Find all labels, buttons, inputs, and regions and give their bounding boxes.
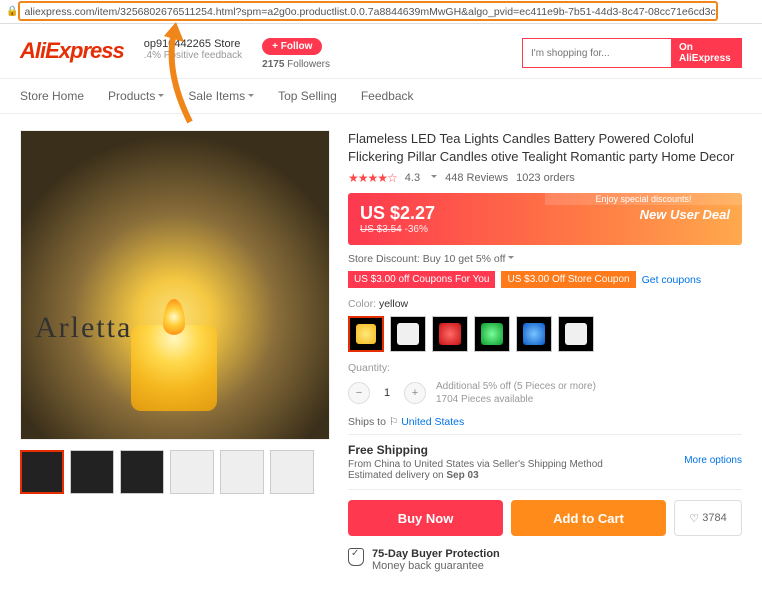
thumbnail-row (20, 450, 330, 494)
swatch-green[interactable] (474, 316, 510, 352)
color-label: Color: yellow (348, 298, 742, 310)
shipping-from: From China to United States via Seller's… (348, 459, 742, 470)
store-feedback: .4% Positive feedback (144, 50, 242, 61)
product-gallery (20, 130, 330, 572)
thumbnail-2[interactable] (70, 450, 114, 494)
new-user-deal-badge: New User Deal (640, 207, 730, 222)
main-product-image[interactable] (20, 130, 330, 440)
store-name[interactable]: op910442265 Store (144, 38, 242, 50)
nav-top-selling[interactable]: Top Selling (278, 89, 337, 103)
rating-caret[interactable] (428, 172, 437, 184)
price-box: Enjoy special discounts! US $2.27 US $3.… (348, 193, 742, 245)
ships-to[interactable]: Ships to ⚐ United States (348, 416, 742, 428)
coupon-for-you[interactable]: US $3.00 off Coupons For You (348, 271, 495, 288)
orders-count: 1023 orders (516, 172, 575, 184)
buy-now-button[interactable]: Buy Now (348, 500, 503, 536)
action-row: Buy Now Add to Cart ♡ 3784 (348, 500, 742, 536)
price-banner: Enjoy special discounts! (545, 193, 742, 205)
swatch-clear[interactable] (558, 316, 594, 352)
protection-subtitle: Money back guarantee (372, 560, 500, 572)
flag-icon: ⚐ (389, 416, 398, 428)
heart-icon: ♡ (689, 512, 699, 525)
thumbnail-3[interactable] (120, 450, 164, 494)
more-options-link[interactable]: More options (684, 455, 742, 466)
swatch-yellow[interactable] (348, 316, 384, 352)
follow-button[interactable]: + Follow (262, 38, 322, 55)
store-nav: Store Home Products Sale Items Top Selli… (0, 78, 762, 114)
product-details: Flameless LED Tea Lights Candles Battery… (348, 130, 742, 572)
product-title: Flameless LED Tea Lights Candles Battery… (348, 130, 742, 165)
followers-count: 2175 Followers (262, 59, 330, 70)
store-coupon[interactable]: US $3.00 Off Store Coupon (501, 271, 635, 288)
nav-sale-items[interactable]: Sale Items (188, 89, 254, 103)
rating-value: 4.3 (405, 172, 420, 184)
shipping-estimate: Estimated delivery on Sep 03 (348, 470, 742, 481)
thumbnail-5[interactable] (220, 450, 264, 494)
wishlist-button[interactable]: ♡ 3784 (674, 500, 742, 536)
url-text: aliexpress.com/item/3256802676511254.htm… (24, 6, 715, 18)
qty-value: 1 (378, 387, 396, 399)
shipping-title: Free Shipping (348, 443, 742, 457)
store-discount[interactable]: Store Discount: Buy 10 get 5% off (348, 253, 742, 265)
buyer-protection: 75-Day Buyer Protection Money back guara… (348, 548, 742, 572)
nav-store-home[interactable]: Store Home (20, 89, 84, 103)
search-bar: On AliExpress (522, 38, 742, 68)
thumbnail-6[interactable] (270, 450, 314, 494)
search-button[interactable]: On AliExpress (671, 39, 741, 67)
star-icons: ★★★★☆ (348, 171, 397, 185)
swatch-white[interactable] (390, 316, 426, 352)
shipping-box: Free Shipping From China to United State… (348, 434, 742, 490)
reviews-link[interactable]: 448 Reviews (445, 172, 508, 184)
thumbnail-4[interactable] (170, 450, 214, 494)
add-to-cart-button[interactable]: Add to Cart (511, 500, 666, 536)
store-info: op910442265 Store .4% Positive feedback (144, 38, 242, 61)
quantity-label: Quantity: (348, 362, 742, 374)
shield-icon (348, 548, 364, 566)
swatch-blue[interactable] (516, 316, 552, 352)
lock-icon: 🔒 (6, 6, 18, 17)
protection-title: 75-Day Buyer Protection (372, 548, 500, 560)
get-coupons-link[interactable]: Get coupons (642, 274, 702, 286)
qty-note: Additional 5% off (5 Pieces or more)1704… (436, 380, 596, 406)
old-price: US $3.54 -36% (360, 224, 730, 235)
quantity-row: − 1 + Additional 5% off (5 Pieces or mor… (348, 380, 742, 406)
search-input[interactable] (523, 39, 671, 67)
qty-decrease-button[interactable]: − (348, 382, 370, 404)
nav-feedback[interactable]: Feedback (361, 89, 414, 103)
coupon-row: US $3.00 off Coupons For You US $3.00 Of… (348, 271, 742, 288)
swatch-red[interactable] (432, 316, 468, 352)
aliexpress-logo[interactable]: AliExpress (20, 38, 124, 64)
browser-url-bar[interactable]: 🔒 aliexpress.com/item/3256802676511254.h… (0, 0, 762, 24)
color-swatches (348, 316, 742, 352)
qty-increase-button[interactable]: + (404, 382, 426, 404)
rating-row: ★★★★☆ 4.3 448 Reviews 1023 orders (348, 171, 742, 185)
nav-products[interactable]: Products (108, 89, 164, 103)
thumbnail-1[interactable] (20, 450, 64, 494)
follow-block: + Follow 2175 Followers (262, 38, 330, 70)
site-header: AliExpress op910442265 Store .4% Positiv… (0, 24, 762, 78)
